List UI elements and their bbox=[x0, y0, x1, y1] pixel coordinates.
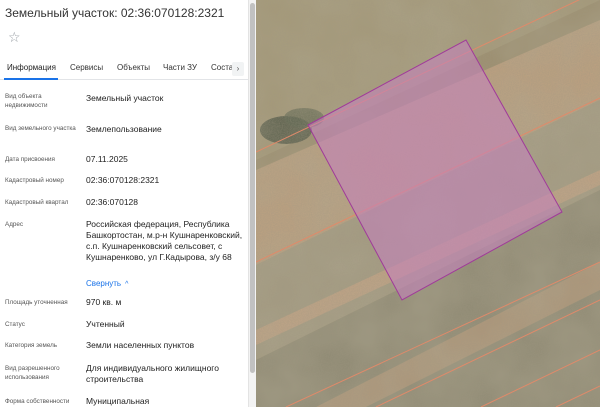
field-label: Форма собственности bbox=[5, 398, 70, 405]
field-label: Адрес bbox=[5, 221, 24, 228]
field-label: Вид объекта недвижимости bbox=[5, 93, 48, 109]
field-label: Вид земельного участка bbox=[5, 125, 76, 132]
panel-title: Земельный участок: 02:36:070128:2321 bbox=[5, 6, 225, 20]
active-tab-indicator bbox=[4, 78, 58, 80]
field-value: Муниципальная bbox=[86, 396, 150, 406]
chevron-up-icon: ^ bbox=[125, 281, 129, 288]
field-value: 07.11.2025 bbox=[86, 154, 128, 164]
satellite-map[interactable] bbox=[256, 0, 600, 407]
tab-objects[interactable]: Объекты bbox=[117, 63, 150, 72]
field-value: Для индивидуального жилищного строительс… bbox=[86, 363, 219, 384]
tab-parcel-parts[interactable]: Части ЗУ bbox=[163, 63, 197, 72]
field-value: 02:36:070128 bbox=[86, 197, 138, 207]
tab-composition[interactable]: Соста bbox=[211, 63, 233, 72]
field-label: Статус bbox=[5, 321, 25, 328]
field-value: 970 кв. м bbox=[86, 297, 122, 307]
panel-scrollbar-thumb[interactable] bbox=[250, 3, 255, 373]
tab-services[interactable]: Сервисы bbox=[70, 63, 103, 72]
map-canvas bbox=[256, 0, 600, 407]
field-label: Дата присвоения bbox=[5, 156, 55, 163]
tab-bar: Информация Сервисы Объекты Части ЗУ Сост… bbox=[0, 58, 248, 80]
info-panel: Земельный участок: 02:36:070128:2321 ☆ И… bbox=[0, 0, 248, 407]
collapse-label: Свернуть bbox=[86, 279, 122, 288]
field-value: Земельный участок bbox=[86, 93, 164, 103]
tab-information[interactable]: Информация bbox=[7, 63, 56, 72]
field-label: Кадастровый квартал bbox=[5, 199, 69, 206]
field-value: Учтенный bbox=[86, 319, 125, 329]
field-value: 02:36:070128:2321 bbox=[86, 175, 160, 185]
star-icon[interactable]: ☆ bbox=[8, 30, 22, 44]
field-label: Кадастровый номер bbox=[5, 177, 64, 184]
field-label: Площадь уточненная bbox=[5, 299, 68, 306]
field-label: Категория земель bbox=[5, 342, 58, 349]
chevron-right-icon[interactable]: › bbox=[232, 62, 244, 76]
field-value: Российская федерация, Республика Башкорт… bbox=[86, 219, 243, 262]
field-value: Земли населенных пунктов bbox=[86, 340, 195, 350]
collapse-address-button[interactable]: Свернуть ^ bbox=[86, 279, 128, 288]
field-value: Землепользование bbox=[86, 124, 162, 134]
field-label: Вид разрешенного использования bbox=[5, 365, 60, 381]
